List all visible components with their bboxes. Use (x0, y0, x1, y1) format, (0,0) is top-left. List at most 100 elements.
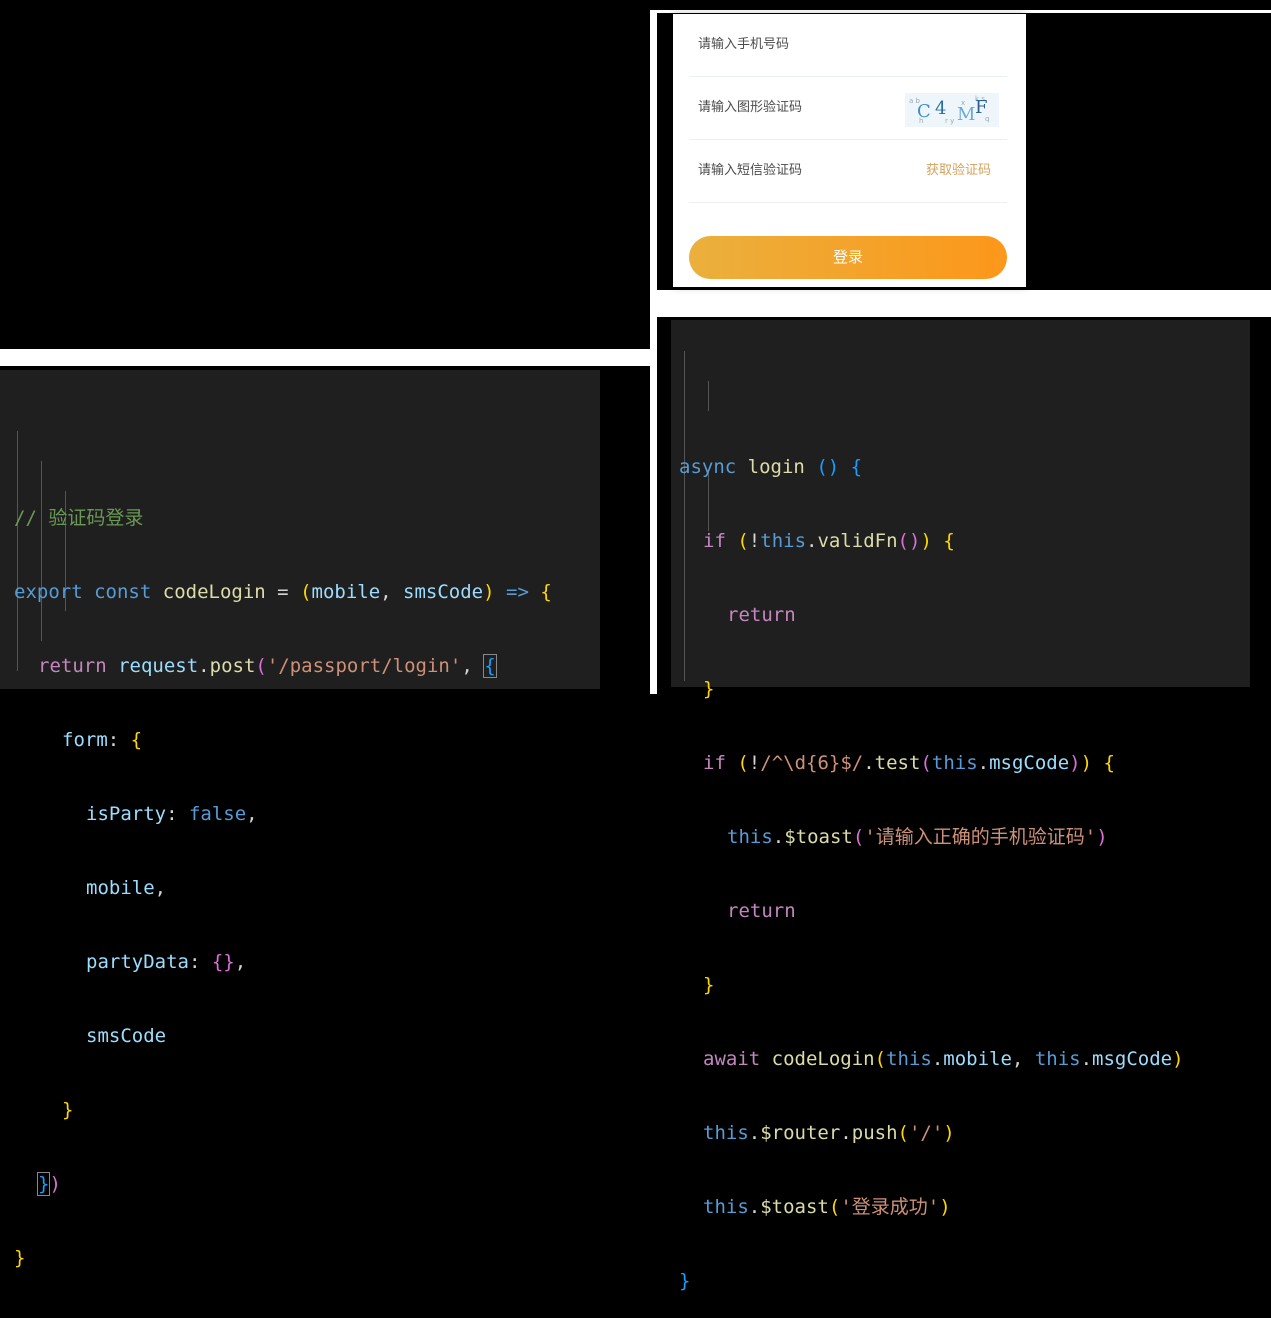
code-token: ( (852, 826, 865, 848)
code-token: ! (748, 752, 761, 774)
code-token: if (703, 752, 726, 774)
code-token: export (14, 581, 83, 603)
code-line-12: } (671, 1266, 1250, 1296)
code-token: { (483, 654, 497, 678)
code-line-8: smsCode (0, 1021, 600, 1051)
code-token: this (931, 752, 978, 774)
code-token: . (748, 1196, 761, 1218)
code-token: { (130, 729, 143, 751)
code-token: return (38, 655, 107, 677)
phone-input[interactable]: 请输入手机号码 (698, 14, 789, 76)
login-button[interactable]: 登录 (689, 236, 1007, 279)
code-line-2: export const codeLogin = (mobile, smsCod… (0, 577, 600, 607)
code-token: mobile (86, 877, 155, 899)
svg-text:C: C (917, 101, 931, 122)
code-token: post (209, 655, 256, 677)
code-line-9: await codeLogin(this.mobile, this.msgCod… (671, 1044, 1250, 1074)
phone-row[interactable]: 请输入手机号码 (689, 14, 1007, 77)
code-token: { (943, 530, 955, 552)
code-token: this (703, 1122, 749, 1144)
code-token: ( (897, 1122, 909, 1144)
top-strip (657, 10, 1271, 13)
code-token: { (850, 456, 863, 478)
code-line-3: return (671, 600, 1250, 630)
code-token: : (107, 729, 131, 751)
captcha-row[interactable]: 请输入图形验证码 a br yk s hqx C 4 M F (689, 77, 1007, 140)
code-token: . (806, 530, 818, 552)
code-line-10: }) (0, 1169, 600, 1199)
code-token: ( (737, 752, 749, 774)
code-token: async (679, 456, 737, 478)
sms-row[interactable]: 请输入短信验证码 获取验证码 (689, 140, 1007, 203)
code-token: . (748, 1122, 761, 1144)
code-token: } (14, 1247, 26, 1269)
code-token: : (166, 803, 189, 825)
code-token: { (1103, 752, 1115, 774)
code-token: login (747, 456, 805, 478)
code-token: , (246, 803, 258, 825)
code-token: $toast (760, 1196, 829, 1218)
code-token: mobile (311, 581, 381, 603)
indent-guide (17, 431, 18, 671)
code-token: ( (874, 1048, 887, 1070)
code-line-5: isParty: false, (0, 799, 600, 829)
code-token: => (506, 581, 529, 603)
code-token: '/' (908, 1122, 944, 1144)
captcha-image[interactable]: a br yk s hqx C 4 M F (905, 93, 999, 127)
code-line-4: } (671, 674, 1250, 704)
code-token: this (727, 826, 773, 848)
code-token: , (461, 655, 485, 677)
code-token: ) (939, 1196, 951, 1218)
code-token: } (703, 678, 715, 700)
code-line-8: } (671, 970, 1250, 1000)
right-strip (657, 290, 1271, 317)
code-token: false (188, 803, 247, 825)
code-token: , (380, 581, 404, 603)
code-token: codeLogin (162, 581, 266, 603)
code-token: {} (211, 951, 235, 973)
code-token: ! (748, 530, 761, 552)
captcha-graphic: a br yk s h qx C 4 M F (909, 95, 989, 125)
code-token: $toast (784, 826, 853, 848)
code-line-6: mobile, (0, 873, 600, 903)
code-line-1: async login () { (671, 452, 1250, 482)
captcha-input[interactable]: 请输入图形验证码 (698, 77, 802, 139)
get-code-button[interactable]: 获取验证码 (926, 140, 991, 202)
indent-guide (41, 461, 42, 641)
code-token: this (703, 1196, 749, 1218)
code-token: ) (483, 581, 495, 603)
code-token: ) (1172, 1048, 1184, 1070)
code-token: if (703, 530, 726, 552)
code-token: } (679, 1270, 691, 1292)
code-token: } (703, 974, 715, 996)
code-token: ) (920, 530, 932, 552)
code-token: '/passport/login' (266, 655, 462, 677)
code-line-10: this.$router.push('/') (671, 1118, 1250, 1148)
code-token: . (977, 752, 990, 774)
code-token: request (118, 655, 199, 677)
code-token: ( (300, 581, 312, 603)
code-token: : (188, 951, 212, 973)
code-token: validFn (817, 530, 898, 552)
svg-text:M: M (957, 104, 975, 125)
code-token: await (703, 1048, 761, 1070)
code-token: ) (1080, 752, 1093, 774)
vertical-divider (650, 10, 657, 694)
indent-guide (708, 381, 709, 411)
code-token: { (540, 581, 552, 603)
code-token: . (863, 752, 875, 774)
code-token: ( (255, 655, 267, 677)
code-token: partyData (86, 951, 189, 973)
sms-code-input[interactable]: 请输入短信验证码 (698, 140, 802, 202)
code-token: '请输入正确的手机验证码' (864, 826, 1097, 848)
code-token: $router (760, 1122, 841, 1144)
indent-guide (684, 351, 685, 681)
code-line-11: } (0, 1243, 600, 1273)
code-line-6: this.$toast('请输入正确的手机验证码') (671, 822, 1250, 852)
code-token: } (62, 1099, 74, 1121)
code-token: return (727, 900, 796, 922)
code-token: codeLogin (771, 1048, 875, 1070)
code-token: '登录成功' (840, 1196, 940, 1218)
code-line-1: // 验证码登录 (0, 503, 600, 533)
code-panel-api: // 验证码登录 export const codeLogin = (mobil… (0, 370, 600, 1269)
